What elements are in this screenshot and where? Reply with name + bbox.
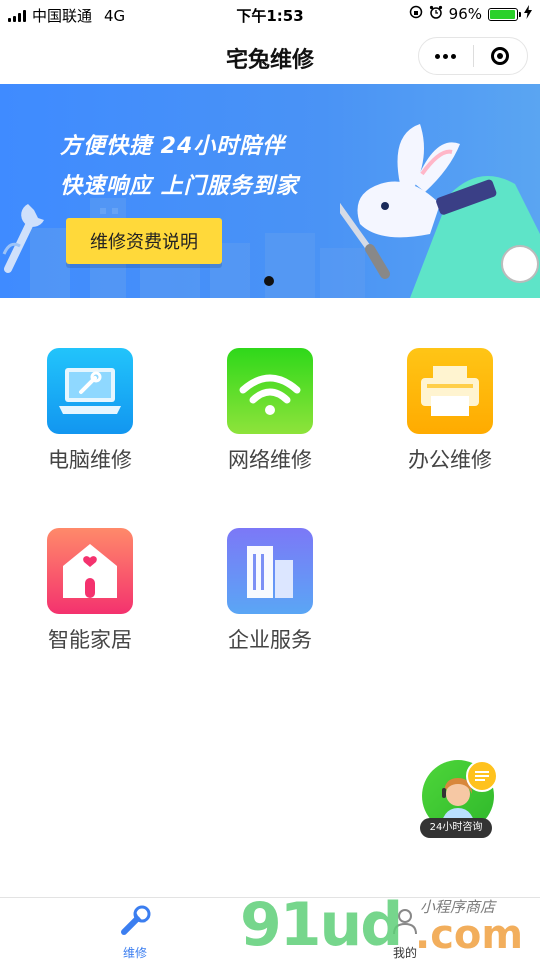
wrench-icon xyxy=(118,905,152,942)
service-smart-home[interactable]: 智能家居 xyxy=(25,528,155,654)
battery-fill xyxy=(490,9,515,19)
orientation-lock-icon xyxy=(409,5,423,23)
close-button[interactable] xyxy=(474,38,528,74)
more-button[interactable] xyxy=(419,38,473,74)
alarm-icon xyxy=(429,5,443,23)
home-heart-icon xyxy=(47,528,133,614)
watermark-logo: 91ud .com 小程序商店 xyxy=(240,890,540,960)
battery-icon xyxy=(488,7,521,21)
mini-program-capsule xyxy=(418,37,528,75)
service-enterprise[interactable]: 企业服务 xyxy=(205,528,335,654)
banner-headline-2: 快速响应 上门服务到家 xyxy=(60,174,299,199)
close-target-icon xyxy=(491,47,510,65)
service-office-repair[interactable]: 办公维修 xyxy=(385,348,515,474)
service-network-repair[interactable]: 网络维修 xyxy=(205,348,335,474)
printer-icon xyxy=(407,348,493,434)
service-label: 办公维修 xyxy=(408,448,492,472)
watermark-suffix: .com xyxy=(415,912,524,958)
service-computer-repair[interactable]: 电脑维修 xyxy=(25,348,155,474)
pricing-info-button[interactable]: 维修资费说明 xyxy=(66,218,222,264)
nav-bar: 宅兔维修 xyxy=(0,28,540,84)
service-label: 电脑维修 xyxy=(48,448,132,472)
wifi-icon xyxy=(227,348,313,434)
more-dots-icon xyxy=(435,53,457,59)
chat-bubble-icon xyxy=(466,760,498,792)
tab-label: 维修 xyxy=(122,946,147,960)
watermark-script: 小程序商店 xyxy=(420,898,496,916)
rabbit-mascot-illustration xyxy=(340,124,540,298)
service-label: 智能家居 xyxy=(48,628,132,652)
consult-label: 24小时咨询 xyxy=(420,818,492,838)
consult-floating-button[interactable]: 24小时咨询 xyxy=(420,760,498,840)
laptop-wrench-icon xyxy=(47,348,133,434)
status-bar: 中国联通 4G 下午1:53 96% xyxy=(0,0,540,28)
status-right: 96% xyxy=(409,5,532,23)
watermark-brand: 91ud xyxy=(240,890,403,960)
carousel-indicator[interactable] xyxy=(264,276,274,286)
building-icon xyxy=(227,528,313,614)
battery-percent: 96% xyxy=(448,5,482,23)
banner[interactable]: 方便快捷 24小时陪伴 快速响应 上门服务到家 维修资费说明 xyxy=(0,84,540,298)
tab-repair[interactable]: 维修 xyxy=(95,904,175,961)
banner-headline-1: 方便快捷 24小时陪伴 xyxy=(60,134,286,159)
charging-icon xyxy=(524,5,532,23)
service-label: 网络维修 xyxy=(228,448,312,472)
service-label: 企业服务 xyxy=(228,628,312,652)
wrench-illustration xyxy=(2,204,44,273)
